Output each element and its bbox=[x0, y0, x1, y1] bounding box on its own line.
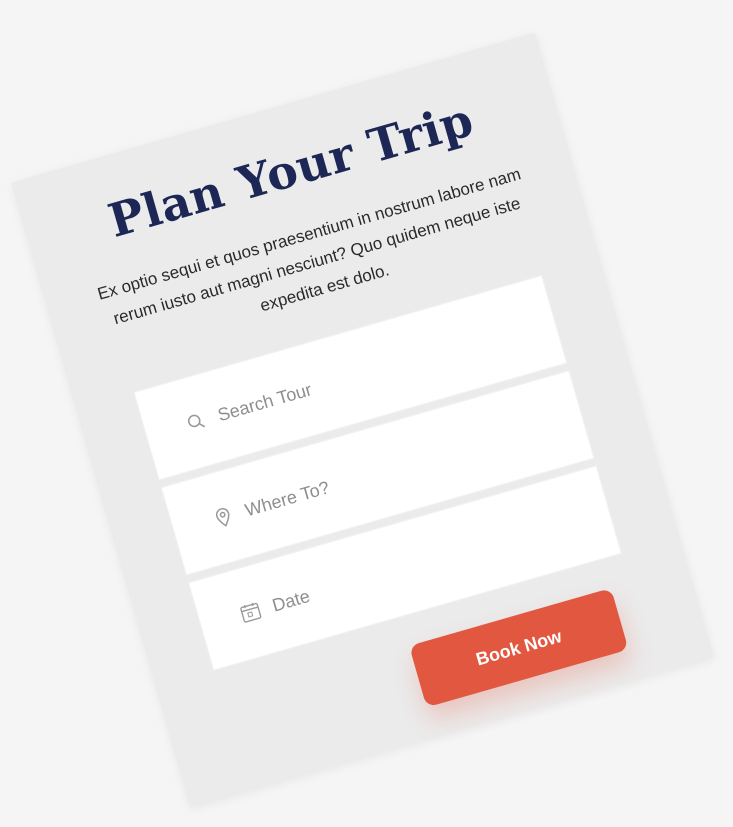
location-pin-icon bbox=[210, 504, 237, 531]
page: Plan Your Trip Ex optio sequi et quos pr… bbox=[0, 0, 733, 827]
plan-trip-card: Plan Your Trip Ex optio sequi et quos pr… bbox=[10, 32, 715, 808]
search-icon bbox=[182, 408, 209, 435]
calendar-icon bbox=[237, 599, 264, 626]
book-now-button[interactable]: Book Now bbox=[409, 588, 629, 708]
